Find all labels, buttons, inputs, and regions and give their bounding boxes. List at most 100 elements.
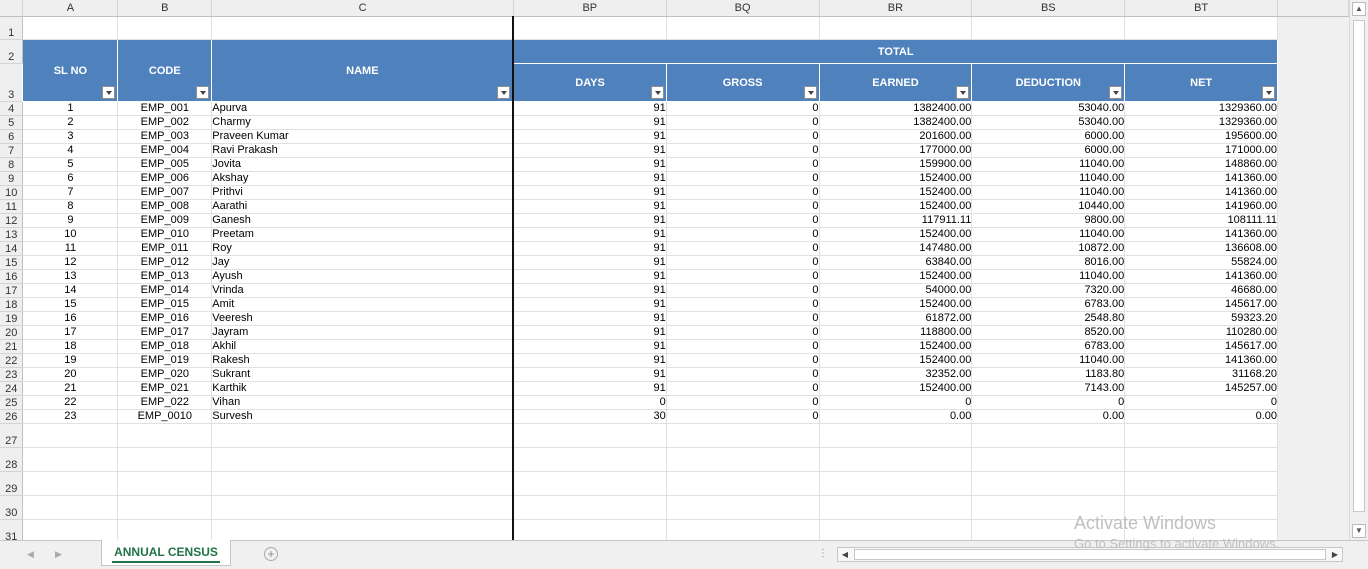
net-cell[interactable]: 55824.00 xyxy=(1124,255,1279,270)
earned-cell[interactable]: 147480.00 xyxy=(819,241,973,256)
days-cell[interactable]: 91 xyxy=(513,353,667,368)
row-header[interactable]: 14 xyxy=(0,241,24,256)
sl-no-cell[interactable]: 16 xyxy=(22,311,119,326)
name-cell[interactable]: Vihan xyxy=(211,395,515,410)
name-cell[interactable]: Ravi Prakash xyxy=(211,143,515,158)
days-cell[interactable]: 91 xyxy=(513,199,667,214)
cell[interactable] xyxy=(819,447,973,472)
sl-no-cell[interactable]: 2 xyxy=(22,115,119,130)
code-header[interactable]: CODE xyxy=(117,39,213,102)
sheet-tab-annual-census[interactable]: ANNUAL CENSUS xyxy=(101,540,231,566)
name-cell[interactable]: Apurva xyxy=(211,101,515,116)
name-cell[interactable]: Sukrant xyxy=(211,367,515,382)
gross-cell[interactable]: 0 xyxy=(666,311,820,326)
name-cell[interactable]: Karthik xyxy=(211,381,515,396)
row-header[interactable]: 23 xyxy=(0,367,24,382)
name-cell[interactable]: Amit xyxy=(211,297,515,312)
filter-dropdown-icon[interactable] xyxy=(497,86,511,99)
earned-cell[interactable]: 0 xyxy=(819,395,973,410)
net-cell[interactable]: 145617.00 xyxy=(1124,339,1279,354)
earned-cell[interactable]: 159900.00 xyxy=(819,157,973,172)
days-cell[interactable]: 91 xyxy=(513,283,667,298)
deduction-cell[interactable]: 53040.00 xyxy=(971,115,1126,130)
earned-cell[interactable]: 152400.00 xyxy=(819,269,973,284)
name-cell[interactable]: Aarathi xyxy=(211,199,515,214)
net-cell[interactable]: 195600.00 xyxy=(1124,129,1279,144)
row-header[interactable]: 6 xyxy=(0,129,24,144)
deduction-header[interactable]: DEDUCTION xyxy=(971,63,1126,102)
cell[interactable] xyxy=(1124,16,1279,40)
row-header[interactable]: 10 xyxy=(0,185,24,200)
cell[interactable] xyxy=(666,16,820,40)
filter-dropdown-icon[interactable] xyxy=(1262,86,1276,99)
days-cell[interactable]: 91 xyxy=(513,227,667,242)
days-cell[interactable]: 91 xyxy=(513,101,667,116)
days-cell[interactable]: 0 xyxy=(513,395,667,410)
net-cell[interactable]: 136608.00 xyxy=(1124,241,1279,256)
earned-cell[interactable]: 177000.00 xyxy=(819,143,973,158)
net-cell[interactable]: 171000.00 xyxy=(1124,143,1279,158)
scroll-left-icon[interactable]: ◀ xyxy=(838,548,852,561)
net-cell[interactable]: 141360.00 xyxy=(1124,353,1279,368)
cell[interactable] xyxy=(666,423,820,448)
row-header[interactable]: 8 xyxy=(0,157,24,172)
code-cell[interactable]: EMP_0010 xyxy=(117,409,213,424)
column-header-bp[interactable]: BP xyxy=(513,0,667,17)
name-cell[interactable]: Jovita xyxy=(211,157,515,172)
cell[interactable] xyxy=(513,447,667,472)
days-cell[interactable]: 91 xyxy=(513,325,667,340)
name-cell[interactable]: Akshay xyxy=(211,171,515,186)
code-cell[interactable]: EMP_015 xyxy=(117,297,213,312)
cell[interactable] xyxy=(819,471,973,496)
code-cell[interactable]: EMP_003 xyxy=(117,129,213,144)
deduction-cell[interactable]: 6783.00 xyxy=(971,339,1126,354)
days-cell[interactable]: 91 xyxy=(513,115,667,130)
days-cell[interactable]: 91 xyxy=(513,129,667,144)
days-cell[interactable]: 91 xyxy=(513,311,667,326)
cell[interactable] xyxy=(1124,471,1279,496)
cell[interactable] xyxy=(819,16,973,40)
cell[interactable] xyxy=(666,519,820,540)
name-cell[interactable]: Vrinda xyxy=(211,283,515,298)
name-cell[interactable]: Ganesh xyxy=(211,213,515,228)
cell[interactable] xyxy=(971,16,1126,40)
code-cell[interactable]: EMP_001 xyxy=(117,101,213,116)
deduction-cell[interactable]: 6783.00 xyxy=(971,297,1126,312)
cell[interactable] xyxy=(117,16,213,40)
cell[interactable] xyxy=(666,447,820,472)
cell[interactable] xyxy=(211,519,515,540)
name-cell[interactable]: Survesh xyxy=(211,409,515,424)
cell[interactable] xyxy=(117,471,213,496)
cell[interactable] xyxy=(513,471,667,496)
row-header[interactable]: 25 xyxy=(0,395,24,410)
code-cell[interactable]: EMP_019 xyxy=(117,353,213,368)
cell[interactable] xyxy=(666,471,820,496)
row-header[interactable]: 20 xyxy=(0,325,24,340)
earned-cell[interactable]: 152400.00 xyxy=(819,381,973,396)
net-cell[interactable]: 59323.20 xyxy=(1124,311,1279,326)
cell[interactable] xyxy=(819,519,973,540)
row-header[interactable]: 15 xyxy=(0,255,24,270)
sl-no-cell[interactable]: 4 xyxy=(22,143,119,158)
earned-cell[interactable]: 54000.00 xyxy=(819,283,973,298)
gross-cell[interactable]: 0 xyxy=(666,143,820,158)
cell[interactable] xyxy=(971,423,1126,448)
days-cell[interactable]: 91 xyxy=(513,367,667,382)
gross-cell[interactable]: 0 xyxy=(666,367,820,382)
code-cell[interactable]: EMP_022 xyxy=(117,395,213,410)
scroll-down-icon[interactable]: ▼ xyxy=(1352,524,1366,538)
code-cell[interactable]: EMP_021 xyxy=(117,381,213,396)
earned-cell[interactable]: 152400.00 xyxy=(819,353,973,368)
sl-no-cell[interactable]: 9 xyxy=(22,213,119,228)
cell[interactable] xyxy=(513,423,667,448)
net-header[interactable]: NET xyxy=(1124,63,1279,102)
deduction-cell[interactable]: 0 xyxy=(971,395,1126,410)
deduction-cell[interactable]: 6000.00 xyxy=(971,143,1126,158)
next-sheet-icon[interactable]: ▶ xyxy=(55,549,62,560)
net-cell[interactable]: 141360.00 xyxy=(1124,269,1279,284)
gross-cell[interactable]: 0 xyxy=(666,101,820,116)
row-header[interactable]: 22 xyxy=(0,353,24,368)
row-header[interactable]: 30 xyxy=(0,495,24,520)
select-all-corner[interactable] xyxy=(0,0,24,17)
column-header-c[interactable]: C xyxy=(211,0,514,17)
